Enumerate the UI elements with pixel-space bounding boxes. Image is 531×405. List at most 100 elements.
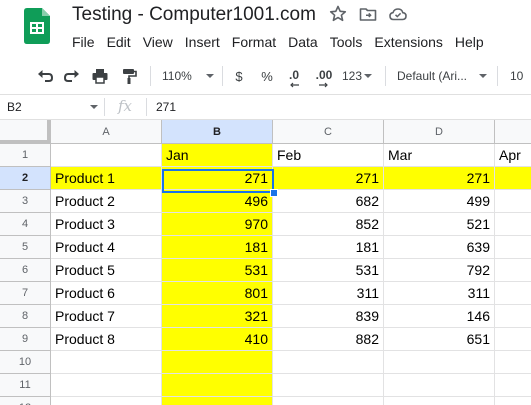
percent-format-button[interactable]: % <box>260 58 274 94</box>
cell-d1[interactable]: Mar <box>384 144 495 167</box>
cell-e5[interactable] <box>495 236 531 259</box>
cell-c9[interactable]: 882 <box>273 328 384 351</box>
cell-d12[interactable] <box>384 397 495 405</box>
column-header-e[interactable] <box>495 120 531 144</box>
cell-d2[interactable]: 271 <box>384 167 495 190</box>
cell-a6[interactable]: Product 5 <box>51 259 162 282</box>
cell-b5[interactable]: 181 <box>162 236 273 259</box>
row-header-8[interactable]: 8 <box>0 305 51 328</box>
cell-e9[interactable] <box>495 328 531 351</box>
row-header-4[interactable]: 4 <box>0 213 51 236</box>
cell-c10[interactable] <box>273 351 384 374</box>
menu-view[interactable]: View <box>137 32 179 52</box>
cell-d5[interactable]: 639 <box>384 236 495 259</box>
cell-a4[interactable]: Product 3 <box>51 213 162 236</box>
fill-handle[interactable] <box>270 189 278 197</box>
menu-data[interactable]: Data <box>282 32 324 52</box>
cell-b9[interactable]: 410 <box>162 328 273 351</box>
cell-c1[interactable]: Feb <box>273 144 384 167</box>
cell-e8[interactable] <box>495 305 531 328</box>
cell-d10[interactable] <box>384 351 495 374</box>
row-header-6[interactable]: 6 <box>0 259 51 282</box>
undo-icon[interactable] <box>34 58 56 94</box>
row-header-9[interactable]: 9 <box>0 328 51 351</box>
cell-b10[interactable] <box>162 351 273 374</box>
cell-e2[interactable] <box>495 167 531 190</box>
cell-b11[interactable] <box>162 374 273 397</box>
name-box[interactable]: B2 <box>0 95 102 119</box>
sheets-logo-icon[interactable] <box>24 8 50 44</box>
cell-d7[interactable]: 311 <box>384 282 495 305</box>
print-icon[interactable] <box>89 58 111 94</box>
cell-b1[interactable]: Jan <box>162 144 273 167</box>
increase-decimal-button[interactable]: .00 <box>312 58 336 94</box>
row-header-7[interactable]: 7 <box>0 282 51 305</box>
cell-d4[interactable]: 521 <box>384 213 495 236</box>
row-header-10[interactable]: 10 <box>0 351 51 374</box>
redo-icon[interactable] <box>61 58 83 94</box>
cell-e10[interactable] <box>495 351 531 374</box>
menu-help[interactable]: Help <box>449 32 490 52</box>
cell-c6[interactable]: 531 <box>273 259 384 282</box>
font-size-input[interactable]: 10 <box>510 58 523 94</box>
row-header-5[interactable]: 5 <box>0 236 51 259</box>
menu-edit[interactable]: Edit <box>101 32 137 52</box>
cell-c2[interactable]: 271 <box>273 167 384 190</box>
cell-d8[interactable]: 146 <box>384 305 495 328</box>
cell-d3[interactable]: 499 <box>384 190 495 213</box>
select-all-corner[interactable] <box>0 120 51 144</box>
cloud-saved-icon[interactable] <box>388 4 408 24</box>
paint-format-icon[interactable] <box>118 58 140 94</box>
menu-file[interactable]: File <box>66 32 101 52</box>
row-header-3[interactable]: 3 <box>0 190 51 213</box>
cell-b12[interactable] <box>162 397 273 405</box>
cell-e4[interactable] <box>495 213 531 236</box>
menu-insert[interactable]: Insert <box>179 32 226 52</box>
row-header-11[interactable]: 11 <box>0 374 51 397</box>
menu-tools[interactable]: Tools <box>324 32 369 52</box>
star-icon[interactable] <box>328 4 348 24</box>
cell-c3[interactable]: 682 <box>273 190 384 213</box>
cell-c12[interactable] <box>273 397 384 405</box>
menu-format[interactable]: Format <box>226 32 282 52</box>
cell-a2[interactable]: Product 1 <box>51 167 162 190</box>
move-to-folder-icon[interactable] <box>358 4 378 24</box>
document-title[interactable]: Testing - Computer1001.com <box>72 4 316 26</box>
cell-e6[interactable] <box>495 259 531 282</box>
cell-a3[interactable]: Product 2 <box>51 190 162 213</box>
currency-format-button[interactable]: $ <box>232 58 246 94</box>
cell-a7[interactable]: Product 6 <box>51 282 162 305</box>
menu-extensions[interactable]: Extensions <box>368 32 448 52</box>
row-header-12[interactable]: 12 <box>0 397 51 405</box>
cell-b4[interactable]: 970 <box>162 213 273 236</box>
cell-a11[interactable] <box>51 374 162 397</box>
more-formats-select[interactable]: 123 <box>342 58 373 94</box>
cell-c4[interactable]: 852 <box>273 213 384 236</box>
cell-e1[interactable]: Apr <box>495 144 531 167</box>
cell-e11[interactable] <box>495 374 531 397</box>
cell-c7[interactable]: 311 <box>273 282 384 305</box>
cell-a10[interactable] <box>51 351 162 374</box>
cell-d11[interactable] <box>384 374 495 397</box>
cell-c5[interactable]: 181 <box>273 236 384 259</box>
cell-a1[interactable] <box>51 144 162 167</box>
cell-a9[interactable]: Product 8 <box>51 328 162 351</box>
column-header-b[interactable]: B <box>162 120 273 144</box>
cell-b6[interactable]: 531 <box>162 259 273 282</box>
cell-d9[interactable]: 651 <box>384 328 495 351</box>
row-header-2[interactable]: 2 <box>0 167 51 190</box>
cell-c11[interactable] <box>273 374 384 397</box>
decrease-decimal-button[interactable]: .0 <box>284 58 304 94</box>
cell-e7[interactable] <box>495 282 531 305</box>
cell-a12[interactable] <box>51 397 162 405</box>
cell-c8[interactable]: 839 <box>273 305 384 328</box>
cell-b8[interactable]: 321 <box>162 305 273 328</box>
column-header-a[interactable]: A <box>51 120 162 144</box>
column-header-c[interactable]: C <box>273 120 384 144</box>
cell-e12[interactable] <box>495 397 531 405</box>
cell-b3[interactable]: 496 <box>162 190 273 213</box>
zoom-select[interactable]: 110% <box>162 58 214 94</box>
cell-a8[interactable]: Product 7 <box>51 305 162 328</box>
cell-b7[interactable]: 801 <box>162 282 273 305</box>
cell-a5[interactable]: Product 4 <box>51 236 162 259</box>
